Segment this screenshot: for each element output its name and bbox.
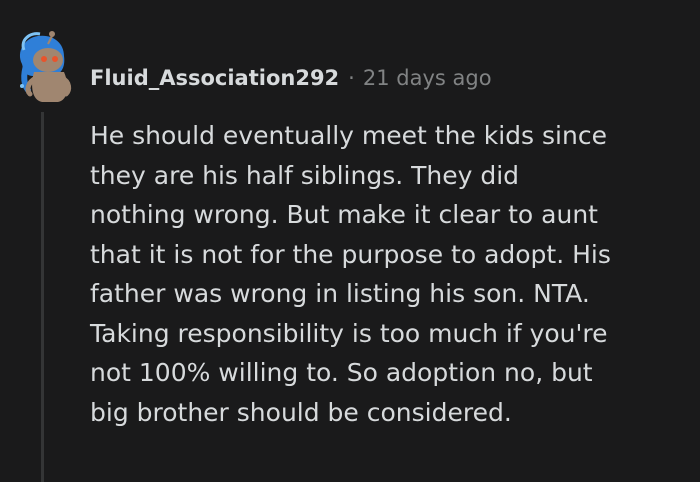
thread-collapse-line[interactable] — [41, 112, 44, 482]
meta-separator: · — [348, 66, 355, 90]
username-link[interactable]: Fluid_Association292 — [90, 66, 339, 90]
avatar-image — [19, 31, 72, 102]
user-avatar-icon[interactable] — [14, 30, 74, 106]
comment-body: He should eventually meet the kids since… — [90, 121, 611, 427]
comment-header: Fluid_Association292 · 21 days ago — [90, 60, 492, 96]
comment-timestamp[interactable]: 21 days ago — [363, 66, 492, 90]
comment-card: Fluid_Association292 · 21 days ago He sh… — [0, 0, 700, 482]
